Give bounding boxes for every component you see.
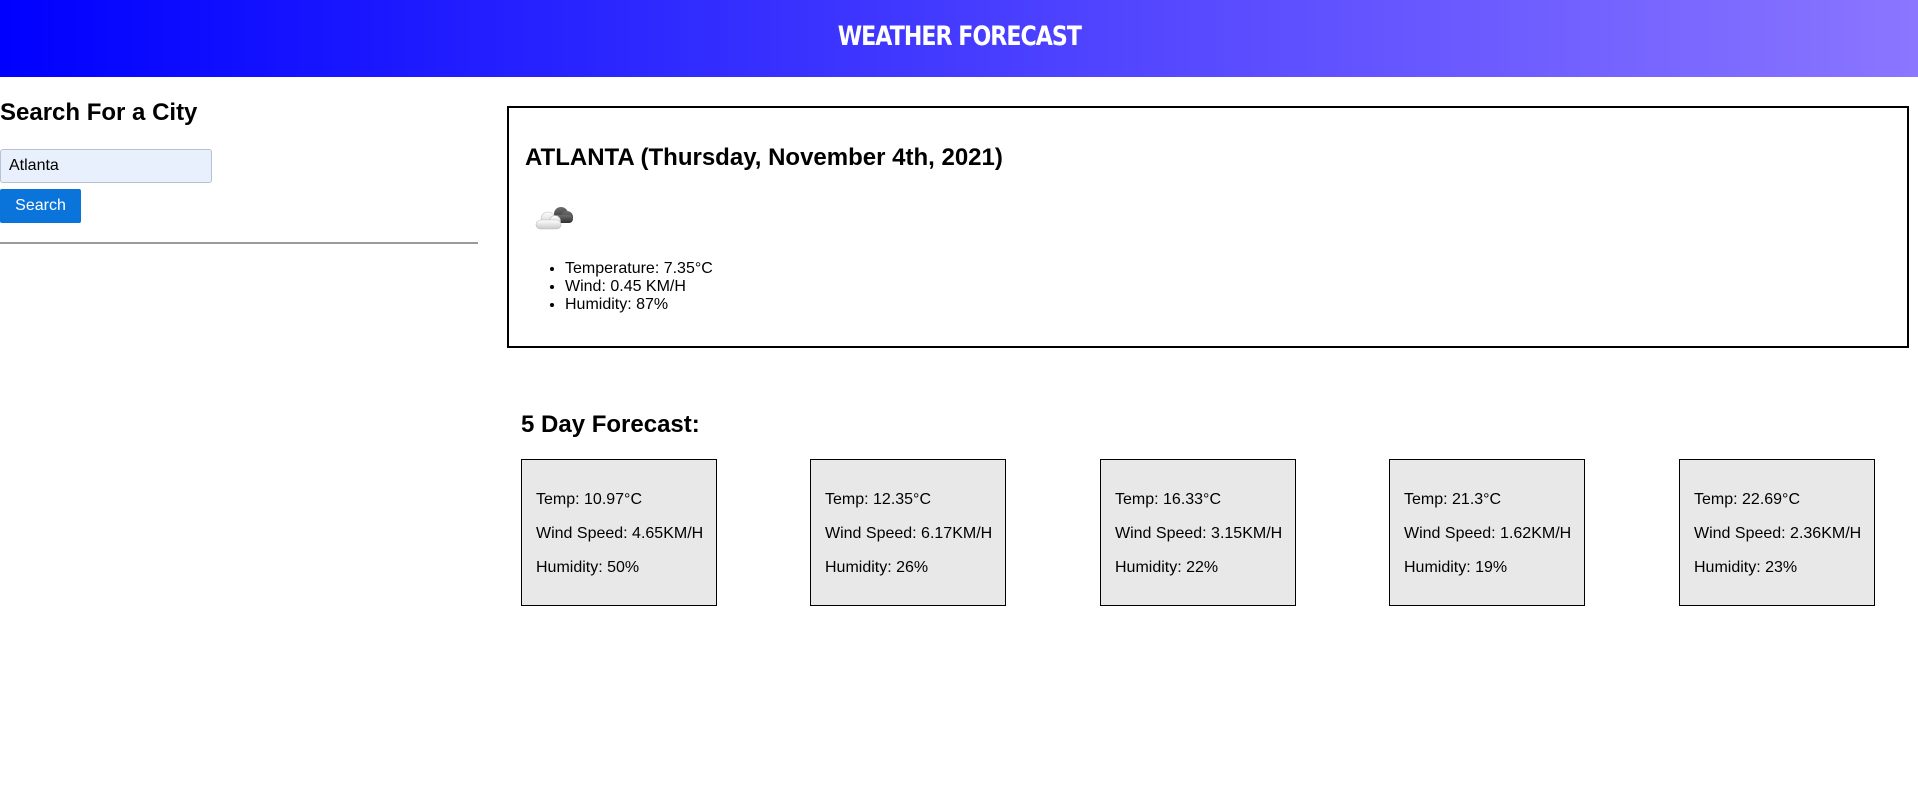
forecast-temp: Temp: 12.35°C	[825, 491, 932, 508]
forecast-card: Temp: 16.33°C Wind Speed: 3.15KM/H Humid…	[1100, 459, 1296, 606]
forecast-card: Temp: 10.97°C Wind Speed: 4.65KM/H Humid…	[521, 459, 717, 606]
forecast-humidity: Humidity: 19%	[1404, 559, 1508, 576]
forecast-humidity: Humidity: 26%	[825, 559, 929, 576]
forecast-cards: Temp: 10.97°C Wind Speed: 4.65KM/H Humid…	[521, 459, 1875, 606]
forecast-humidity: Humidity: 22%	[1115, 559, 1219, 576]
forecast-card: Temp: 22.69°C Wind Speed: 2.36KM/H Humid…	[1679, 459, 1875, 606]
forecast-wind: Wind Speed: 4.65KM/H	[536, 525, 704, 542]
cloud-icon	[535, 207, 573, 230]
current-weather-details: Temperature: 7.35°C Wind: 0.45 KM/H Humi…	[509, 260, 713, 314]
search-heading: Search For a City	[0, 99, 198, 126]
forecast-heading: 5 Day Forecast:	[521, 411, 700, 438]
forecast-temp: Temp: 22.69°C	[1694, 491, 1801, 508]
forecast-card: Temp: 21.3°C Wind Speed: 1.62KM/H Humidi…	[1389, 459, 1585, 606]
city-search-input[interactable]	[0, 149, 212, 183]
current-temperature: Temperature: 7.35°C	[565, 260, 713, 278]
forecast-temp: Temp: 21.3°C	[1404, 491, 1502, 508]
forecast-temp: Temp: 16.33°C	[1115, 491, 1222, 508]
forecast-wind: Wind Speed: 6.17KM/H	[825, 525, 993, 542]
app-header: Weather Forecast	[0, 0, 1918, 77]
app-title: Weather Forecast	[837, 21, 1081, 52]
search-button[interactable]: Search	[0, 189, 81, 223]
sidebar-divider	[0, 242, 478, 244]
current-wind: Wind: 0.45 KM/H	[565, 278, 713, 296]
current-humidity: Humidity: 87%	[565, 296, 713, 314]
forecast-humidity: Humidity: 23%	[1694, 559, 1798, 576]
current-weather-card: ATLANTA (Thursday, November 4th, 2021) T…	[507, 106, 1909, 348]
forecast-wind: Wind Speed: 1.62KM/H	[1404, 525, 1572, 542]
forecast-card: Temp: 12.35°C Wind Speed: 6.17KM/H Humid…	[810, 459, 1006, 606]
forecast-humidity: Humidity: 50%	[536, 559, 640, 576]
forecast-wind: Wind Speed: 2.36KM/H	[1694, 525, 1862, 542]
current-city-title: ATLANTA (Thursday, November 4th, 2021)	[525, 144, 1003, 171]
forecast-wind: Wind Speed: 3.15KM/H	[1115, 525, 1283, 542]
forecast-temp: Temp: 10.97°C	[536, 491, 643, 508]
